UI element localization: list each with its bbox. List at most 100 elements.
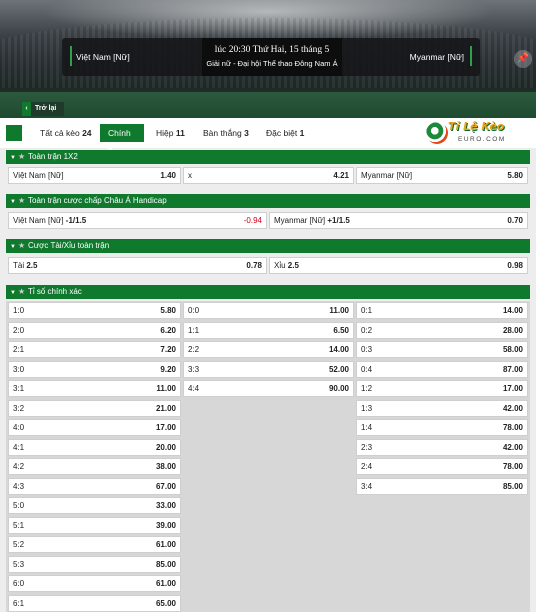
correct-score-cell[interactable]: 4:4 90.00: [183, 380, 354, 397]
section-header-1x2[interactable]: ▼ ★ Toàn trận 1X2: [6, 150, 530, 164]
correct-score-cell[interactable]: 5:2 61.00: [8, 536, 181, 553]
score-label: 0:0: [188, 306, 200, 315]
odds-cell-draw[interactable]: x 4.21: [183, 167, 354, 184]
score-label: 5:0: [13, 501, 25, 510]
odds-value: 6.50: [333, 326, 349, 335]
logo-title: Tỉ Lệ Kèo: [448, 120, 505, 133]
over-cell[interactable]: Tài 2.5 0.78: [8, 257, 267, 274]
tab-half[interactable]: Hiệp 11: [148, 124, 193, 142]
score-label: 2:4: [361, 462, 373, 471]
correct-score-cell[interactable]: 3:0 9.20: [8, 361, 181, 378]
back-button[interactable]: ‹ Trở lại: [22, 102, 64, 116]
away-team-name: Myanmar [Nữ]: [409, 52, 464, 62]
correct-score-cell[interactable]: 1:1 6.50: [183, 322, 354, 339]
correct-score-cell[interactable]: 3:2 21.00: [8, 400, 181, 417]
odds-value: 87.00: [502, 365, 523, 374]
odds-value: 42.00: [502, 443, 523, 452]
away-accent-bar: [470, 46, 472, 66]
correct-score-cell[interactable]: 2:4 78.00: [356, 458, 528, 475]
correct-score-cell[interactable]: 5:3 85.00: [8, 556, 181, 573]
odds-value: 7.20: [160, 345, 176, 354]
section-title-1x2: Toàn trận 1X2: [28, 152, 78, 161]
back-label: Trở lại: [35, 105, 57, 112]
correct-score-cell[interactable]: 2:1 7.20: [8, 341, 181, 358]
score-label: 4:4: [188, 384, 200, 393]
tab-goals-count: 3: [244, 128, 249, 138]
odds-cell-home[interactable]: Việt Nam [Nữ] 1.40: [8, 167, 181, 184]
correct-score-cell[interactable]: 6:1 65.00: [8, 595, 181, 612]
odds-cell-away[interactable]: Myanmar [Nữ] 5.80: [356, 167, 528, 184]
tab-half-count: 11: [175, 128, 185, 138]
star-icon[interactable]: ★: [18, 150, 28, 164]
match-info-box: Việt Nam [Nữ] lúc 20:30 Thứ Hai, 15 thán…: [62, 38, 480, 76]
correct-score-cell[interactable]: 1:2 17.00: [356, 380, 528, 397]
correct-score-cell[interactable]: 0:0 11.00: [183, 302, 354, 319]
correct-score-cell[interactable]: 3:3 52.00: [183, 361, 354, 378]
odds-label: Việt Nam [Nữ] -1/1.5: [13, 213, 86, 228]
score-label: 6:1: [13, 599, 25, 608]
correct-score-cell[interactable]: 4:2 38.00: [8, 458, 181, 475]
tab-goals[interactable]: Bàn thắng 3: [195, 124, 257, 142]
odds-value: 0.70: [507, 216, 523, 225]
score-label: 5:3: [13, 560, 25, 569]
correct-score-cell[interactable]: 3:4 85.00: [356, 478, 528, 495]
correct-score-cell[interactable]: 2:3 42.00: [356, 439, 528, 456]
score-label: 2:3: [361, 443, 373, 452]
correct-score-cell[interactable]: 2:0 6.20: [8, 322, 181, 339]
odds-value: 42.00: [502, 404, 523, 413]
correct-score-cell[interactable]: 6:0 61.00: [8, 575, 181, 592]
odds-label: Việt Nam [Nữ]: [13, 171, 64, 180]
correct-score-cell[interactable]: 4:3 67.00: [8, 478, 181, 495]
correct-score-cell[interactable]: 0:2 28.00: [356, 322, 528, 339]
odds-label: Tài 2.5: [13, 258, 37, 273]
menu-square-icon[interactable]: [6, 125, 22, 141]
tab-half-label: Hiệp: [156, 128, 174, 138]
correct-score-cell[interactable]: 5:0 33.00: [8, 497, 181, 514]
odds-label: Myanmar [Nữ]: [361, 171, 413, 180]
handicap-line: +1/1.5: [327, 216, 350, 225]
caret-down-icon: ▼: [10, 244, 16, 250]
odds-value: 4.21: [333, 171, 349, 180]
odds-value: 6.20: [160, 326, 176, 335]
correct-score-cell[interactable]: 3:1 11.00: [8, 380, 181, 397]
tab-special-count: 1: [299, 128, 305, 138]
handicap-cell-home[interactable]: Việt Nam [Nữ] -1/1.5 -0.94: [8, 212, 267, 229]
score-label: 1:4: [361, 423, 373, 432]
correct-score-cell[interactable]: 4:1 20.00: [8, 439, 181, 456]
caret-down-icon: ▼: [10, 199, 16, 205]
star-icon[interactable]: ★: [18, 194, 28, 208]
odds-value: 85.00: [502, 482, 523, 491]
correct-score-cell[interactable]: 4:0 17.00: [8, 419, 181, 436]
pin-icon[interactable]: 📌: [514, 50, 532, 68]
correct-score-cell[interactable]: 1:0 5.80: [8, 302, 181, 319]
correct-score-cell[interactable]: 0:4 87.00: [356, 361, 528, 378]
section-header-overunder[interactable]: ▼ ★ Cược Tài/Xỉu toàn trận: [6, 239, 530, 253]
under-cell[interactable]: Xỉu 2.5 0.98: [269, 257, 528, 274]
correct-score-cell[interactable]: 1:4 78.00: [356, 419, 528, 436]
correct-score-cell[interactable]: 2:2 14.00: [183, 341, 354, 358]
correct-score-cell[interactable]: 5:1 39.00: [8, 517, 181, 534]
odds-value: 61.00: [155, 579, 176, 588]
section-header-correct-score[interactable]: ▼ ★ Tỉ số chính xác: [6, 285, 530, 299]
star-icon[interactable]: ★: [18, 285, 28, 299]
tab-special-label: Đặc biệt: [266, 128, 298, 138]
correct-score-cell[interactable]: 0:1 14.00: [356, 302, 528, 319]
star-icon[interactable]: ★: [18, 239, 28, 253]
caret-down-icon: ▼: [10, 155, 16, 161]
handicap-line: -1/1.5: [65, 216, 87, 225]
tab-all[interactable]: Tất cả kèo 24: [32, 124, 100, 142]
handicap-cell-away[interactable]: Myanmar [Nữ] +1/1.5 0.70: [269, 212, 528, 229]
tab-special[interactable]: Đặc biệt 1: [258, 124, 312, 142]
tab-main[interactable]: Chính 9: [100, 124, 144, 156]
site-logo: Tỉ Lệ Kèo EURO.COM: [420, 118, 530, 148]
score-label: 2:0: [13, 326, 25, 335]
correct-score-cell[interactable]: 0:3 58.00: [356, 341, 528, 358]
match-time-box: lúc 20:30 Thứ Hai, 15 tháng 5 Giải nữ - …: [202, 38, 342, 76]
odds-value: 52.00: [328, 365, 349, 374]
section-header-handicap[interactable]: ▼ ★ Toàn trận cược chấp Châu Á Handicap: [6, 194, 530, 208]
score-label: 3:2: [13, 404, 25, 413]
odds-value: 33.00: [155, 501, 176, 510]
team-label: Myanmar [Nữ]: [274, 216, 326, 225]
score-label: 4:3: [13, 482, 25, 491]
correct-score-cell[interactable]: 1:3 42.00: [356, 400, 528, 417]
